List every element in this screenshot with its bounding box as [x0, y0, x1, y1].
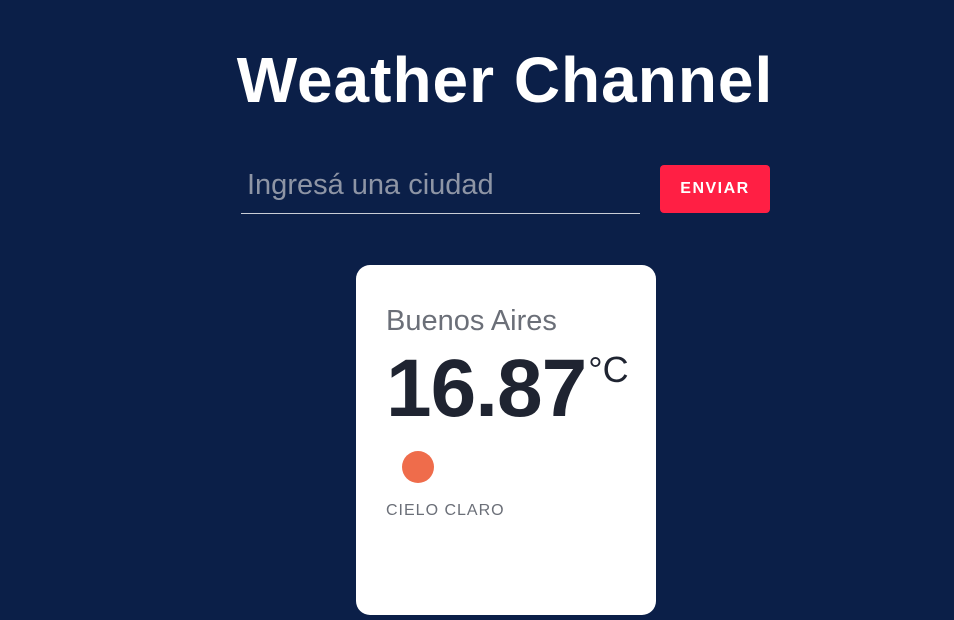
- search-form: ENVIAR: [241, 152, 771, 216]
- city-search-input[interactable]: [241, 158, 640, 214]
- submit-button[interactable]: ENVIAR: [660, 165, 770, 213]
- temperature-unit: °C: [588, 349, 629, 390]
- weather-card: Buenos Aires 16.87°C CIELO CLARO: [356, 265, 656, 615]
- weather-description: CIELO CLARO: [386, 502, 505, 519]
- temperature: 16.87°C: [386, 343, 629, 435]
- temperature-value: 16.87: [386, 343, 587, 434]
- city-name: Buenos Aires: [386, 305, 557, 337]
- page-title: Weather Channel: [236, 44, 774, 116]
- sun-icon: [402, 451, 434, 483]
